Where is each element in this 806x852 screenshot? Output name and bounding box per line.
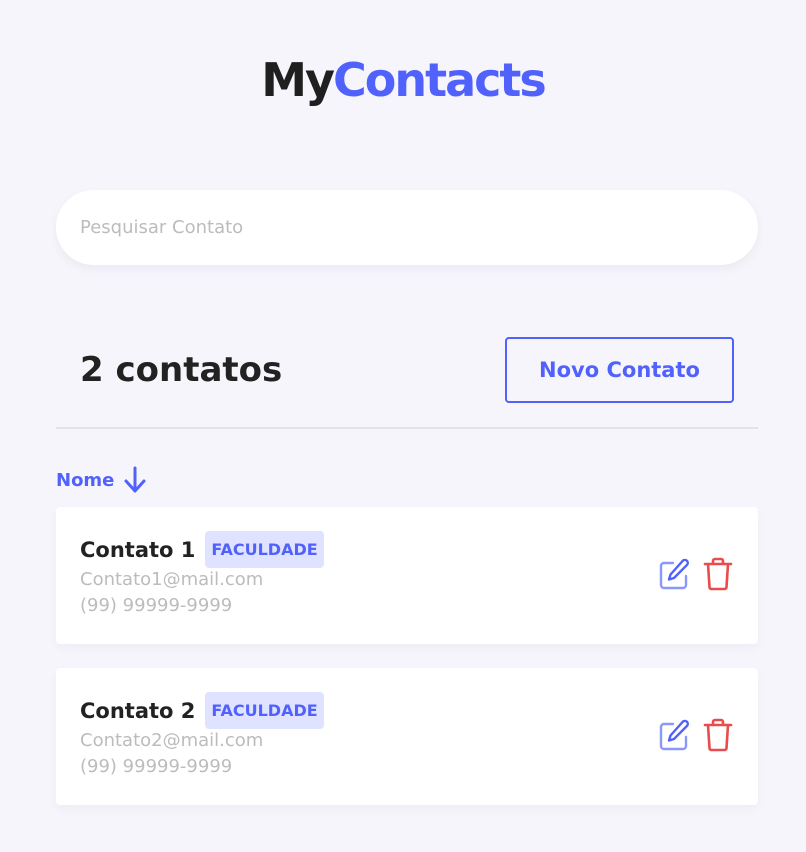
new-contact-button[interactable]: Novo Contato [505,337,734,403]
logo-part-my: My [261,53,335,107]
header-divider [56,427,758,429]
contact-name: Contato 2 [80,698,196,723]
arrow-down-icon [124,466,146,493]
contact-name-row: Contato 2 FACULDADE [80,692,324,729]
sort-by-name-button[interactable]: Nome [56,464,146,496]
contact-email: Contato2@mail.com [80,730,264,751]
contacts-count: 2 contatos [80,350,283,390]
contact-phone: (99) 99999-9999 [80,595,233,616]
list-header: 2 contatos Novo Contato [56,337,758,403]
logo-part-contacts: Contacts [332,53,547,107]
trash-icon[interactable] [702,718,734,752]
contact-email: Contato1@mail.com [80,569,264,590]
category-badge: FACULDADE [205,531,324,568]
contact-actions [658,557,734,591]
edit-icon[interactable] [658,557,690,591]
category-badge: FACULDADE [205,692,324,729]
app-logo: MyContacts [0,50,806,110]
contact-phone: (99) 99999-9999 [80,756,233,777]
contact-card: Contato 1 FACULDADE Contato1@mail.com (9… [56,507,758,644]
search-container [56,190,758,265]
sort-label: Nome [56,469,115,491]
contact-name-row: Contato 1 FACULDADE [80,531,324,568]
contact-name: Contato 1 [80,537,196,562]
contact-actions [658,718,734,752]
contact-card: Contato 2 FACULDADE Contato2@mail.com (9… [56,668,758,805]
trash-icon[interactable] [702,557,734,591]
edit-icon[interactable] [658,718,690,752]
search-input[interactable] [56,190,758,265]
app-root: MyContacts 2 contatos Novo Contato Nome … [0,0,806,852]
